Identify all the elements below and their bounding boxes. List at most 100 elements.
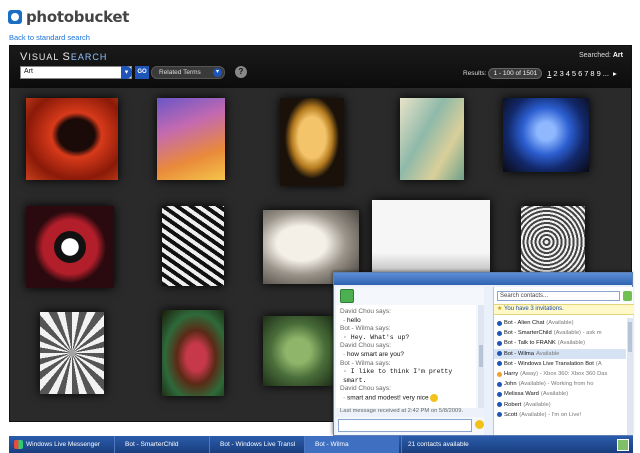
status-icon <box>497 340 502 346</box>
windows-live-messenger-button[interactable]: Windows Live Messenger <box>9 440 114 449</box>
next-page-icon[interactable]: ▸ <box>612 69 618 78</box>
logo-text: photobucket <box>26 8 130 26</box>
chat-message: · Hey. What's up? <box>343 333 410 341</box>
contact-status: (A <box>595 360 602 367</box>
contact-item[interactable]: Bot - Windows Live Translation Bot (A <box>494 359 626 369</box>
contact-item[interactable]: Melissa Ward (Available) <box>494 389 626 399</box>
status-icon <box>497 402 502 408</box>
contact-name: Robert <box>504 401 522 408</box>
result-thumbnail[interactable] <box>40 312 104 394</box>
contact-item[interactable]: Bot - SmarterChild (Available) - ask m <box>494 328 626 338</box>
searched-label: Searched: Art <box>579 52 623 59</box>
result-thumbnail[interactable] <box>521 206 585 278</box>
status-icon <box>497 381 502 387</box>
page-link[interactable]: 3 <box>559 69 565 78</box>
chat-toolbar <box>336 287 484 305</box>
result-thumbnail[interactable] <box>26 98 118 180</box>
messenger-title-bar[interactable] <box>334 273 632 285</box>
contact-status: (Available) - Working from ho <box>518 381 594 388</box>
page-link[interactable]: 2 <box>552 69 558 78</box>
contact-item[interactable]: Bot - Alien Chat (Available) <box>494 318 626 328</box>
contact-status: (Available) <box>540 391 569 398</box>
contact-item[interactable]: Scott (Available) - I'm on Live! <box>494 410 626 420</box>
messenger-taskbar: Windows Live Messenger Bot - SmarterChil… <box>9 436 633 453</box>
chat-scrollbar[interactable] <box>478 305 484 408</box>
result-thumbnail[interactable] <box>26 206 114 288</box>
search-input[interactable]: Art <box>20 66 132 79</box>
contact-item[interactable]: John (Available) - Working from ho <box>494 379 626 389</box>
add-contact-icon[interactable] <box>623 291 632 301</box>
page-link[interactable]: 9 <box>596 69 602 78</box>
visual-search-toolbar: VISUAL SEARCH Searched: Art Art ▾ GO Rel… <box>10 46 631 88</box>
chat-conversation-pane: David Chou says: · hello Bot - Wilma says… <box>336 287 484 435</box>
contact-name: Scott <box>504 411 518 418</box>
invitations-banner[interactable]: ★ You have 3 invitations. <box>494 304 634 315</box>
result-thumbnail[interactable] <box>503 98 589 172</box>
status-icon <box>497 320 502 326</box>
go-button[interactable]: GO <box>135 66 149 79</box>
chat-message: · how smart are you? <box>343 350 405 358</box>
chat-history: David Chou says: · hello Bot - Wilma says… <box>336 305 476 408</box>
windows-live-flag-icon <box>14 440 23 449</box>
taskbar-item-smarterchild[interactable]: Bot - SmarterChild <box>114 436 209 453</box>
status-icon <box>497 371 502 377</box>
page-link[interactable]: 4 <box>565 69 571 78</box>
contact-item[interactable]: Bot - Wilma Available <box>494 348 626 359</box>
result-thumbnail[interactable] <box>263 316 333 386</box>
search-contacts-input[interactable]: Search contacts... <box>497 291 620 301</box>
page-link[interactable]: 8 <box>589 69 595 78</box>
messenger-window: David Chou says: · hello Bot - Wilma says… <box>333 272 634 436</box>
chat-message: · I like to think I'm pretty smart. <box>343 368 453 384</box>
contact-display-picture-icon[interactable] <box>340 289 354 303</box>
results-pagination: Results: 1 - 100 of 1501 1 2 3 4 5 6 7 8 9... ▸ <box>463 68 618 79</box>
taskbar-item-translation-bot[interactable]: Bot - Windows Live Transl <box>209 436 304 453</box>
visual-search-logo: VISUAL SEARCH <box>20 51 108 63</box>
photobucket-logo[interactable]: photobucket <box>8 8 129 26</box>
contact-item[interactable]: Harry (Away) - Xbox 360: Xbox 360 Das <box>494 369 626 379</box>
contact-name: Bot - Talk to FRANK <box>504 340 556 347</box>
page-links: 1 2 3 4 5 6 7 8 9... <box>546 69 610 78</box>
contact-name: Melissa Ward <box>504 391 539 398</box>
page-link[interactable]: ... <box>602 69 610 78</box>
related-terms-dropdown[interactable]: Related Terms ▾ <box>151 66 225 79</box>
contact-name: Bot - Windows Live Translation Bot <box>504 360 594 367</box>
page: photobucket Back to standard search VISU… <box>0 0 640 453</box>
chat-sender: David Chou says: <box>340 385 391 393</box>
chat-sender: David Chou says: <box>340 342 391 350</box>
contact-item[interactable]: Bot - Talk to FRANK (Available) <box>494 338 626 348</box>
contact-name: John <box>504 381 517 388</box>
help-icon[interactable]: ? <box>235 66 247 78</box>
taskbar-item-wilma[interactable]: Bot - Wilma <box>304 436 399 453</box>
user-avatar[interactable] <box>617 438 629 451</box>
chevron-down-icon: ▾ <box>213 68 222 77</box>
contacts-available-count[interactable]: 21 contacts available <box>401 436 617 453</box>
status-icon <box>497 412 502 418</box>
contact-list-scrollbar[interactable] <box>627 318 633 435</box>
contact-status: (Away) - Xbox 360: Xbox 360 Das <box>520 371 608 378</box>
contact-list: Bot - Alien Chat (Available) Bot - Smarter… <box>494 318 626 435</box>
back-to-standard-search-link[interactable]: Back to standard search <box>9 33 90 42</box>
result-thumbnail[interactable] <box>162 310 224 396</box>
status-icon <box>497 391 502 397</box>
contact-status: (Available) - ask m <box>553 330 602 337</box>
chat-sender: Bot - Wilma says: <box>340 359 391 367</box>
smiley-icon <box>430 393 439 402</box>
status-icon <box>497 351 502 357</box>
chat-message: · hello <box>343 316 361 324</box>
contact-status: (Available) <box>557 340 586 347</box>
chat-message: · smart and modest! very nice <box>340 393 472 403</box>
contact-status: (Available) <box>546 320 574 327</box>
chat-sender: David Chou says: <box>340 308 391 315</box>
result-thumbnail[interactable] <box>280 98 344 186</box>
result-thumbnail[interactable] <box>157 98 225 180</box>
emoticon-icon[interactable] <box>475 420 484 429</box>
contact-status: (Available) <box>523 401 551 408</box>
search-dropdown-chevron-icon[interactable]: ▾ <box>121 66 132 79</box>
contact-name: Bot - Wilma <box>504 350 534 357</box>
chat-message-input[interactable] <box>338 419 472 432</box>
contact-item[interactable]: Robert (Available) <box>494 400 626 410</box>
result-thumbnail[interactable] <box>400 98 464 180</box>
contact-name: Bot - SmarterChild <box>504 330 552 337</box>
contact-status: (Available) - I'm on Live! <box>519 411 582 418</box>
result-thumbnail[interactable] <box>162 206 224 286</box>
